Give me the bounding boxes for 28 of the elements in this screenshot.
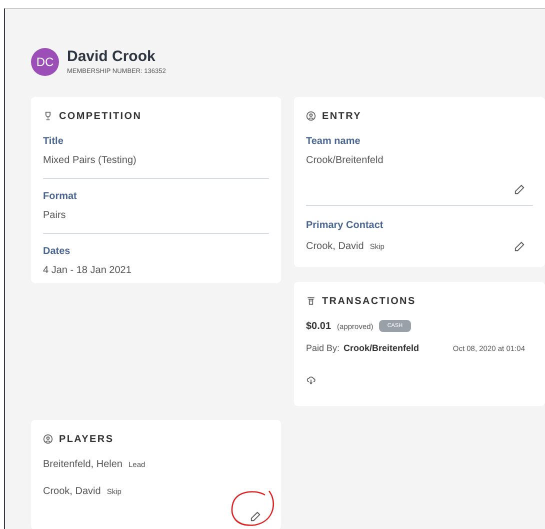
player-name: Crook, David — [43, 484, 101, 499]
paid-by-name: Crook/Breitenfeld — [344, 342, 420, 355]
paid-by-label: Paid By: — [306, 342, 340, 355]
field-value: 4 Jan - 18 Jan 2021 — [43, 264, 132, 278]
section-heading: ENTRY — [322, 110, 362, 124]
field-label: Dates — [43, 244, 72, 259]
user-icon — [306, 111, 316, 122]
avatar: DC — [31, 48, 59, 76]
trophy-icon — [43, 111, 53, 122]
player-name: Breitenfeld, Helen — [43, 458, 122, 472]
pencil-icon[interactable] — [514, 240, 525, 252]
pencil-icon[interactable] — [250, 510, 261, 522]
user-icon — [43, 434, 53, 444]
member-name: David Crook — [67, 47, 156, 67]
contact-name: Crook, David — [306, 240, 364, 254]
section-heading: COMPETITION — [59, 110, 142, 124]
pencil-icon[interactable] — [514, 184, 525, 195]
field-label: Title — [43, 134, 64, 149]
amount: $0.01 — [306, 320, 332, 334]
field-value: Crook/Breitenfeld — [306, 154, 384, 168]
field-label: Primary Contact — [306, 218, 384, 233]
field-label: Format — [43, 190, 78, 204]
field-label: Team name — [306, 134, 362, 149]
field-value: Pairs — [43, 208, 67, 223]
field-value: Mixed Pairs (Testing) — [43, 154, 138, 168]
cloud-download-icon[interactable] — [306, 375, 316, 386]
section-heading: PLAYERS — [59, 432, 114, 447]
section-heading: TRANSACTIONS — [322, 294, 416, 309]
